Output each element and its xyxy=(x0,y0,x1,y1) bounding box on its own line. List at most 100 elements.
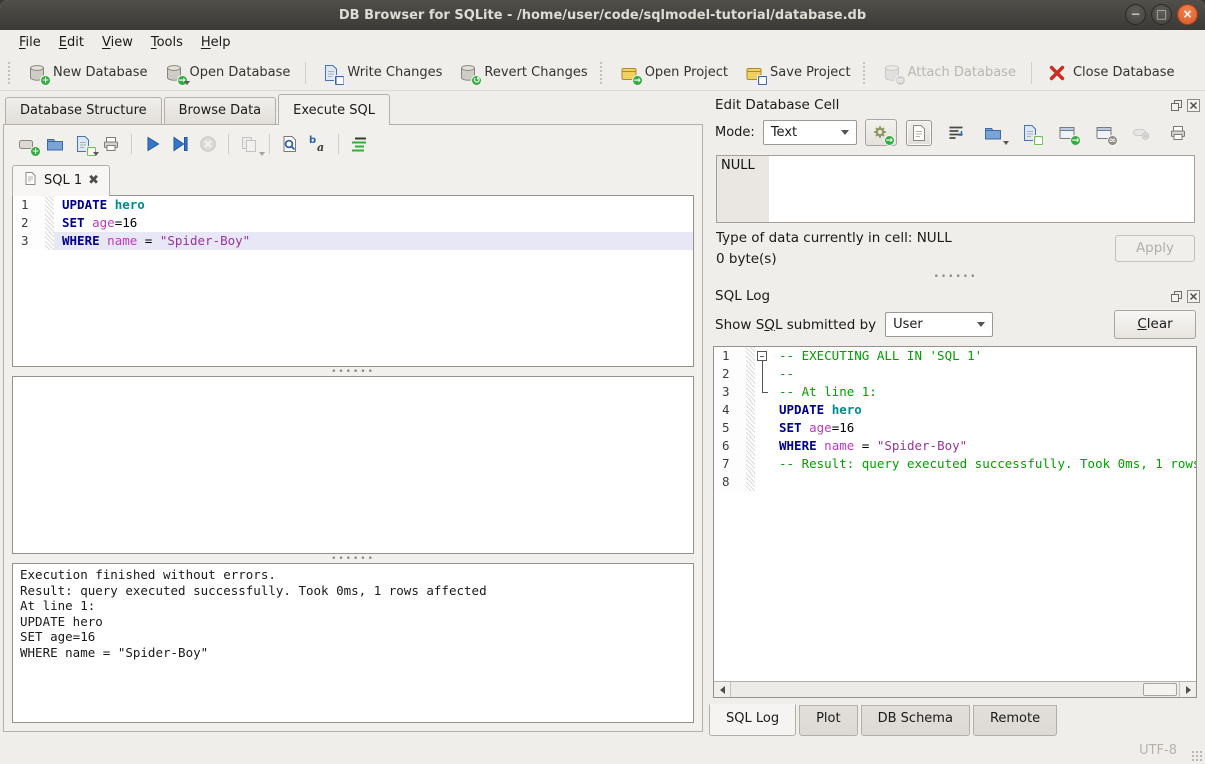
close-dock-icon[interactable] xyxy=(1186,98,1200,112)
svg-text:b: b xyxy=(309,135,316,146)
word-wrap-icon xyxy=(946,123,966,143)
execute-line-icon xyxy=(170,134,190,154)
toolbar-separator xyxy=(1031,62,1032,84)
title-bar[interactable]: DB Browser for SQLite - /home/user/code/… xyxy=(0,0,1205,30)
save-sql-file-button[interactable]: ■ xyxy=(70,132,96,156)
toolbar-button-new-database[interactable]: +New Database xyxy=(19,59,156,87)
main-tab-bar: Database StructureBrowse DataExecute SQL xyxy=(0,94,706,124)
toolbar-button-revert-changes[interactable]: ↺Revert Changes xyxy=(450,59,595,87)
code-line: 3-- At line 1: xyxy=(714,383,1196,401)
fold-strip xyxy=(45,214,54,232)
fold-strip xyxy=(746,401,755,419)
status-bar: UTF-8 xyxy=(0,736,1205,764)
export-data-button[interactable]: → xyxy=(1054,120,1080,146)
sql-tab-sql-1[interactable]: SQL 1✖ xyxy=(12,165,110,196)
sql-log-view[interactable]: 1-- EXECUTING ALL IN 'SQL 1'2--3-- At li… xyxy=(713,346,1197,698)
line-number: 5 xyxy=(714,419,746,437)
results-grid[interactable] xyxy=(12,376,694,554)
menu-help[interactable]: Help xyxy=(192,32,240,53)
fold-margin[interactable] xyxy=(755,365,771,383)
find-replace-button[interactable]: ba xyxy=(305,132,331,156)
fold-margin[interactable] xyxy=(755,347,771,365)
menu-file[interactable]: File xyxy=(10,32,50,53)
mode-select[interactable]: Text xyxy=(763,120,857,145)
tab-execute-sql[interactable]: Execute SQL xyxy=(278,94,390,125)
cell-type-text: Type of data currently in cell: NULL xyxy=(716,230,952,246)
save-data-button[interactable]: ■ xyxy=(1017,120,1043,146)
line-number: 2 xyxy=(714,365,746,383)
toolbar-button-open-project[interactable]: →Open Project xyxy=(611,59,736,87)
menu-edit[interactable]: Edit xyxy=(50,32,93,53)
fold-margin[interactable] xyxy=(755,383,771,401)
dock-tab-plot[interactable]: Plot xyxy=(799,705,858,736)
minimize-button[interactable]: − xyxy=(1125,4,1146,25)
print-cell-icon xyxy=(1168,123,1188,143)
cell-editor-toolbar: ■ → ∞ xyxy=(906,120,1191,146)
dock-splitter-handle[interactable]: •••••• xyxy=(706,271,1205,282)
dock-tab-db-schema[interactable]: DB Schema xyxy=(861,705,970,736)
edit-cell-dock-title: Edit Database Cell xyxy=(715,97,839,113)
scrollbar-trough[interactable] xyxy=(731,682,1179,697)
close-dock-icon[interactable] xyxy=(1186,289,1200,303)
tab-database-structure[interactable]: Database Structure xyxy=(5,97,162,124)
import-data-button[interactable] xyxy=(980,120,1006,146)
scrollbar-thumb[interactable] xyxy=(1143,683,1177,696)
stop-button xyxy=(195,132,221,156)
text-view-button[interactable] xyxy=(906,120,932,146)
toolbar-separator xyxy=(228,134,229,154)
execute-all-button[interactable] xyxy=(139,132,165,156)
line-number: 3 xyxy=(13,232,45,250)
execute-line-button[interactable] xyxy=(167,132,193,156)
dock-tab-remote[interactable]: Remote xyxy=(973,705,1057,736)
new-sql-tab-button[interactable]: + xyxy=(14,132,40,156)
edit-cell-dock-header: Edit Database Cell xyxy=(706,91,1205,116)
toolbar-button-save-project[interactable]: ■Save Project xyxy=(736,59,859,87)
fold-strip xyxy=(746,419,755,437)
toolbar-button-close-database[interactable]: Close Database xyxy=(1039,59,1183,87)
close-tab-icon[interactable]: ✖ xyxy=(88,173,99,188)
auto-apply-gear-button[interactable]: → xyxy=(865,119,897,146)
auto-apply-gear-icon: → xyxy=(871,123,891,143)
splitter-handle[interactable]: •••••• xyxy=(4,554,702,563)
fold-margin xyxy=(755,455,771,473)
apply-button[interactable]: Apply xyxy=(1115,235,1195,262)
word-wrap-button[interactable] xyxy=(943,120,969,146)
toolbar-button-open-database[interactable]: →Open Database xyxy=(156,59,299,87)
text-view-icon xyxy=(909,123,929,143)
dock-tab-sql-log[interactable]: SQL Log xyxy=(709,704,796,736)
maximize-button[interactable]: □ xyxy=(1151,4,1172,25)
print-button[interactable] xyxy=(98,132,124,156)
code-line: 6WHERE name = "Spider-Boy" xyxy=(714,437,1196,455)
sql-editor[interactable]: 1UPDATE hero2SET age=163WHERE name = "Sp… xyxy=(12,195,694,367)
float-dock-icon[interactable] xyxy=(1169,98,1183,112)
code-line: 2-- xyxy=(714,365,1196,383)
code-line: 7-- Result: query executed successfully.… xyxy=(714,455,1196,473)
set-null-button xyxy=(1128,120,1154,146)
close-button[interactable]: × xyxy=(1177,4,1198,25)
main-area: Database StructureBrowse DataExecute SQL… xyxy=(0,91,706,736)
sql-log-filter-label: Show SQL submitted by xyxy=(715,317,876,333)
splitter-handle[interactable]: •••••• xyxy=(4,367,702,376)
clear-log-button[interactable]: Clear xyxy=(1114,310,1196,339)
menu-tools[interactable]: Tools xyxy=(142,32,192,53)
line-number: 1 xyxy=(13,196,45,214)
resize-grip[interactable] xyxy=(1191,750,1203,762)
scroll-right-icon[interactable] xyxy=(1179,682,1196,697)
menu-view[interactable]: View xyxy=(93,32,142,53)
sql-log-filter-select[interactable]: User xyxy=(885,312,993,337)
set-null-icon xyxy=(1131,123,1151,143)
find-button[interactable] xyxy=(277,132,303,156)
print-cell-button[interactable] xyxy=(1165,120,1191,146)
scroll-left-icon[interactable] xyxy=(714,682,731,697)
format-sql-button[interactable] xyxy=(346,132,372,156)
tab-browse-data[interactable]: Browse Data xyxy=(164,97,277,124)
cell-value-editor[interactable]: NULL xyxy=(716,155,1195,223)
toolbar-button-write-changes[interactable]: ■Write Changes xyxy=(313,59,450,87)
open-project-icon: → xyxy=(619,63,639,83)
mode-label: Mode: xyxy=(715,125,755,140)
new-database-icon: + xyxy=(27,63,47,83)
open-external-button[interactable]: ∞ xyxy=(1091,120,1117,146)
open-sql-file-button[interactable] xyxy=(42,132,68,156)
horizontal-scrollbar[interactable] xyxy=(714,681,1196,697)
float-dock-icon[interactable] xyxy=(1169,289,1183,303)
